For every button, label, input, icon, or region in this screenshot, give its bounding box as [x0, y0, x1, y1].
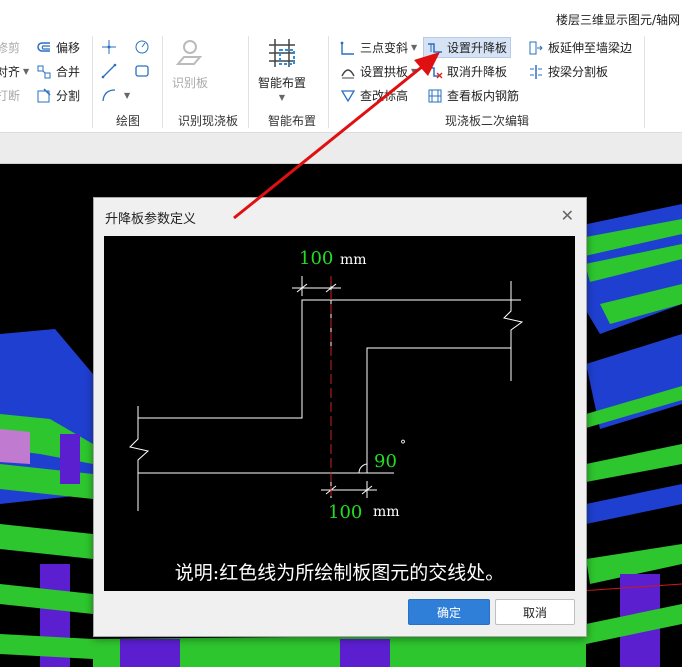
elevation-icon [340, 88, 356, 104]
set-arch-board-button[interactable]: 设置拱板 ▼ [340, 63, 417, 80]
arch-icon [340, 64, 356, 80]
ribbon-toolbar: 修剪 对齐 ▼ 打断 偏移 合并 分割 ▼ 绘图 识别板 识别现浇板 智能布置 … [0, 32, 682, 133]
identify-board-icon [174, 38, 206, 70]
trim-button[interactable]: 修剪 [0, 39, 20, 56]
three-point-slope-button[interactable]: 三点变斜 ▼ [340, 39, 417, 56]
group-label-smart: 智能布置 [268, 114, 317, 128]
line-tool-button[interactable] [101, 63, 121, 79]
drop-board-icon [427, 40, 443, 56]
break-button[interactable]: 打断 [0, 87, 20, 104]
break-label: 打断 [0, 89, 21, 103]
diagram-note: 说明:红色线为所绘制板图元的交线处。 [174, 562, 505, 584]
identify-board-label: 识别板 [172, 76, 209, 90]
top-offset-unit: mm [340, 252, 367, 268]
set-drop-board-button[interactable]: 设置升降板 [423, 37, 512, 58]
set-drop-board-label: 设置升降板 [447, 41, 508, 55]
three-point-slope-label: 三点变斜 [360, 41, 409, 55]
grid-layout-icon [265, 36, 299, 70]
slope-icon [340, 40, 356, 56]
drop-board-diagram [129, 276, 524, 511]
arc-icon [101, 87, 117, 103]
trim-label: 修剪 [0, 41, 21, 55]
view-elevation-button[interactable]: 查改标高 [340, 87, 408, 104]
group-label-secondary-edit: 现浇板二次编辑 [445, 114, 530, 128]
top-offset-value: 100 [299, 248, 334, 269]
view-rebar-button[interactable]: 查看板内钢筋 [427, 87, 519, 104]
smart-layout-button[interactable]: 智能布置 ▼ [258, 36, 306, 102]
view-elevation-label: 查改标高 [360, 89, 409, 103]
separator [644, 36, 645, 128]
cancel-drop-board-button[interactable]: 取消升降板 [427, 63, 507, 80]
align-label: 对齐 [0, 65, 21, 79]
separator [92, 36, 93, 128]
drawing-tab-strip [0, 133, 682, 164]
rebar-view-icon [427, 88, 443, 104]
window-title: 楼层三维显示图元/轴网 [555, 13, 680, 27]
merge-label: 合并 [56, 65, 81, 79]
split-by-beam-label: 按梁分割板 [548, 65, 609, 79]
dialog-title: 升降板参数定义 [105, 212, 197, 227]
separator [248, 36, 249, 128]
group-label-identify: 识别现浇板 [178, 114, 239, 128]
crosshair-point-icon [101, 39, 117, 55]
split-by-beam-icon [528, 64, 544, 80]
separator [328, 36, 329, 128]
split-icon [36, 87, 52, 104]
extend-to-beam-button[interactable]: 板延伸至墙梁边 [528, 39, 632, 56]
group-label-draw: 绘图 [116, 114, 141, 128]
drop-board-dialog: 升降板参数定义 ✕ 100 mm 90 ° 100 mm 说明:红色线为所绘制板… [93, 197, 587, 637]
title-bar: 楼层三维显示图元/轴网 [0, 0, 682, 32]
split-label: 分割 [56, 89, 81, 103]
offset-icon [36, 40, 52, 56]
rotate-point-button[interactable] [134, 39, 154, 55]
point-tool-button[interactable] [101, 39, 121, 55]
extend-board-icon [528, 40, 544, 56]
parameter-diagram: 100 mm 90 ° 100 mm 说明:红色线为所绘制板图元的交线处。 [104, 236, 575, 591]
line-icon [101, 63, 117, 79]
extend-to-beam-label: 板延伸至墙梁边 [548, 41, 633, 55]
split-button[interactable]: 分割 [36, 87, 80, 104]
rectangle-tool-button[interactable] [134, 63, 154, 79]
offset-label: 偏移 [56, 41, 81, 55]
set-arch-board-label: 设置拱板 [360, 65, 409, 79]
merge-button[interactable]: 合并 [36, 63, 80, 80]
smart-layout-label: 智能布置 [258, 76, 307, 90]
cancel-drop-board-icon [427, 64, 443, 80]
split-by-beam-button[interactable]: 按梁分割板 [528, 63, 608, 80]
angle-value: 90 [374, 451, 397, 472]
offset-button[interactable]: 偏移 [36, 39, 80, 56]
cancel-button[interactable]: 取消 [495, 599, 575, 625]
rectangle-icon [134, 63, 150, 79]
bottom-offset-value: 100 [328, 502, 363, 523]
merge-icon [36, 64, 52, 80]
close-icon[interactable]: ✕ [561, 206, 574, 225]
cancel-drop-board-label: 取消升降板 [447, 65, 508, 79]
view-rebar-label: 查看板内钢筋 [447, 89, 520, 103]
bottom-offset-unit: mm [373, 504, 400, 520]
separator [162, 36, 163, 128]
identify-board-button[interactable]: 识别板 [172, 38, 208, 91]
arc-tool-button[interactable]: ▼ [101, 87, 130, 103]
circle-clock-icon [134, 39, 150, 55]
ok-button[interactable]: 确定 [408, 599, 490, 625]
angle-unit: ° [400, 438, 406, 452]
align-button[interactable]: 对齐 ▼ [0, 63, 29, 80]
